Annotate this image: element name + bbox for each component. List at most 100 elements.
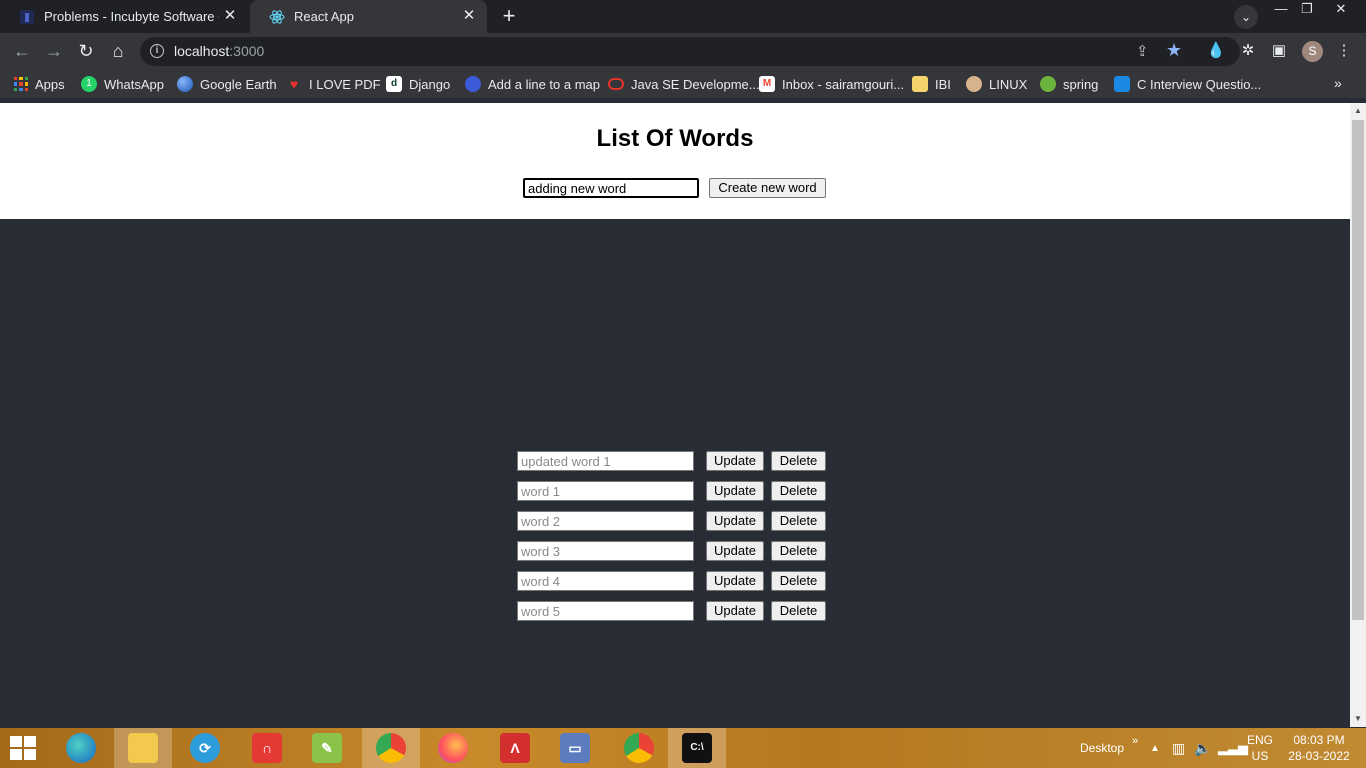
page-title: List Of Words (596, 125, 754, 152)
share-icon[interactable]: ⇪ (1136, 42, 1149, 60)
delete-button[interactable]: Delete (771, 571, 826, 591)
system-clock[interactable]: 08:03 PM 28-03-2022 (1286, 732, 1352, 764)
word-row: Update Delete (517, 571, 827, 591)
tray-up-arrow-icon[interactable]: ▲ (1150, 728, 1160, 768)
volume-icon[interactable]: 🔈 (1194, 728, 1211, 768)
close-tab-icon[interactable]: ✕ (461, 8, 477, 24)
water-drop-extension-icon[interactable]: 💧 (1205, 40, 1227, 62)
chrome-taskbar-icon[interactable] (610, 728, 668, 768)
edge-taskbar-icon[interactable] (52, 728, 110, 768)
update-button[interactable]: Update (706, 511, 764, 531)
oracle-icon (608, 78, 624, 90)
bookmark-ilovepdf[interactable]: ♥ I LOVE PDF (286, 75, 381, 93)
forward-button[interactable]: → (42, 39, 66, 63)
word-input[interactable] (517, 481, 694, 501)
bookmark-label: IBI (935, 76, 951, 92)
folder-icon (912, 76, 928, 92)
word-input[interactable] (517, 511, 694, 531)
tab-react-app[interactable]: React App ✕ (250, 0, 487, 33)
url-host: localhost (174, 43, 230, 59)
bookmark-label: LINUX (989, 76, 1028, 92)
home-button[interactable]: ⌂ (106, 39, 130, 63)
update-button[interactable]: Update (706, 601, 764, 621)
bookmarks-overflow-button[interactable]: » (1334, 75, 1342, 91)
delete-button[interactable]: Delete (771, 481, 826, 501)
new-word-input[interactable] (523, 178, 699, 198)
sync-app-taskbar-icon[interactable]: ⟳ (176, 728, 234, 768)
desktop-label: Desktop (1080, 741, 1125, 755)
bookmark-ibi[interactable]: IBI (912, 75, 951, 93)
tab-search-button[interactable]: ⌄ (1234, 5, 1258, 29)
headphones-app-taskbar-icon[interactable]: ∩ (238, 728, 296, 768)
tab-problems[interactable]: Problems - Incubyte Software Cr ✕ (0, 0, 248, 33)
delete-button[interactable]: Delete (771, 451, 826, 471)
minimize-button[interactable]: — (1270, 0, 1292, 18)
update-button[interactable]: Update (706, 571, 764, 591)
windows-taskbar: ⟳ ∩ ✎ Λ ▭ C:\ Desktop » ▲ ▥ 🔈 ▂▃▅ ENG US… (0, 728, 1366, 768)
region-code: US (1251, 749, 1269, 763)
windows-start-icon[interactable] (10, 736, 36, 760)
delete-button[interactable]: Delete (771, 601, 826, 621)
delete-button[interactable]: Delete (771, 541, 826, 561)
bookmark-label: spring (1063, 76, 1099, 92)
page-scrollbar[interactable]: ▲ ▼ (1350, 103, 1366, 727)
word-input[interactable] (517, 601, 694, 621)
word-input[interactable] (517, 571, 694, 591)
bookmark-c-interview[interactable]: C Interview Questio... (1114, 75, 1261, 93)
gmail-icon: M (759, 76, 775, 92)
browser-toolbar: ← → ↻ ⌂ i localhost:3000 ⇪ ★ 💧 ✲ ▣ S ⋮ (0, 33, 1366, 70)
app-header: List Of Words Create new word (0, 103, 1350, 219)
scroll-down-arrow-icon[interactable]: ▼ (1350, 711, 1366, 727)
create-word-button[interactable]: Create new word (709, 178, 826, 198)
ilovepdf-icon: ♥ (289, 76, 299, 92)
site-info-icon[interactable]: i (150, 44, 164, 58)
delete-button[interactable]: Delete (771, 511, 826, 531)
update-button[interactable]: Update (706, 451, 764, 471)
firefox-taskbar-icon[interactable] (424, 728, 482, 768)
remote-desktop-taskbar-icon[interactable]: ▭ (546, 728, 604, 768)
scroll-up-arrow-icon[interactable]: ▲ (1350, 103, 1366, 119)
bookmark-star-icon[interactable]: ★ (1166, 40, 1182, 61)
bookmarks-bar: Apps 1 WhatsApp Google Earth ♥ I LOVE PD… (0, 70, 1366, 98)
restore-button[interactable]: ❐ (1296, 0, 1318, 18)
word-input[interactable] (517, 541, 694, 561)
close-tab-icon[interactable]: ✕ (222, 8, 238, 24)
extensions-puzzle-icon[interactable]: ✲ (1237, 40, 1259, 62)
file-explorer-taskbar-icon[interactable] (114, 728, 172, 768)
menu-kebab-icon[interactable]: ⋮ (1333, 40, 1355, 62)
word-input[interactable] (517, 451, 694, 471)
bookmark-spring[interactable]: spring (1040, 75, 1098, 93)
network-icon[interactable]: ▥ (1172, 728, 1185, 768)
incubyte-favicon-icon (19, 9, 35, 25)
update-button[interactable]: Update (706, 541, 764, 561)
bookmark-java-se[interactable]: Java SE Developme... (608, 75, 760, 93)
bookmark-label: C Interview Questio... (1137, 76, 1262, 92)
tab-title: React App (294, 9, 354, 24)
chrome-profile-taskbar-icon[interactable] (362, 728, 420, 768)
bookmark-label: Django (409, 76, 451, 92)
bookmark-linux[interactable]: LINUX (966, 75, 1027, 93)
profile-avatar[interactable]: S (1302, 41, 1323, 62)
new-tab-button[interactable]: + (497, 4, 521, 28)
language-indicator[interactable]: ENG US (1240, 732, 1280, 764)
spring-icon (1040, 76, 1056, 92)
bookmark-add-line-map[interactable]: Add a line to a map (465, 75, 600, 93)
reload-button[interactable]: ↻ (74, 39, 98, 63)
scrollbar-thumb[interactable] (1352, 120, 1364, 620)
command-prompt-taskbar-icon[interactable]: C:\ (668, 728, 726, 768)
back-button[interactable]: ← (10, 39, 34, 63)
bookmark-django[interactable]: d Django (386, 75, 450, 93)
react-favicon-icon (269, 9, 285, 25)
update-button[interactable]: Update (706, 481, 764, 501)
bookmark-google-earth[interactable]: Google Earth (177, 75, 277, 93)
bookmark-apps[interactable]: Apps (14, 75, 65, 93)
side-panel-icon[interactable]: ▣ (1268, 40, 1290, 62)
bookmark-whatsapp[interactable]: 1 WhatsApp (81, 75, 164, 93)
address-bar[interactable]: i localhost:3000 ⇪ ★ (140, 37, 1240, 66)
desktop-toolbar[interactable]: Desktop » (1080, 728, 1138, 768)
word-row: Update Delete (517, 541, 827, 561)
close-window-button[interactable]: ✕ (1330, 0, 1352, 18)
acrobat-taskbar-icon[interactable]: Λ (486, 728, 544, 768)
bookmark-inbox[interactable]: M Inbox - sairamgouri... (759, 75, 904, 93)
notepad-plus-plus-taskbar-icon[interactable]: ✎ (298, 728, 356, 768)
